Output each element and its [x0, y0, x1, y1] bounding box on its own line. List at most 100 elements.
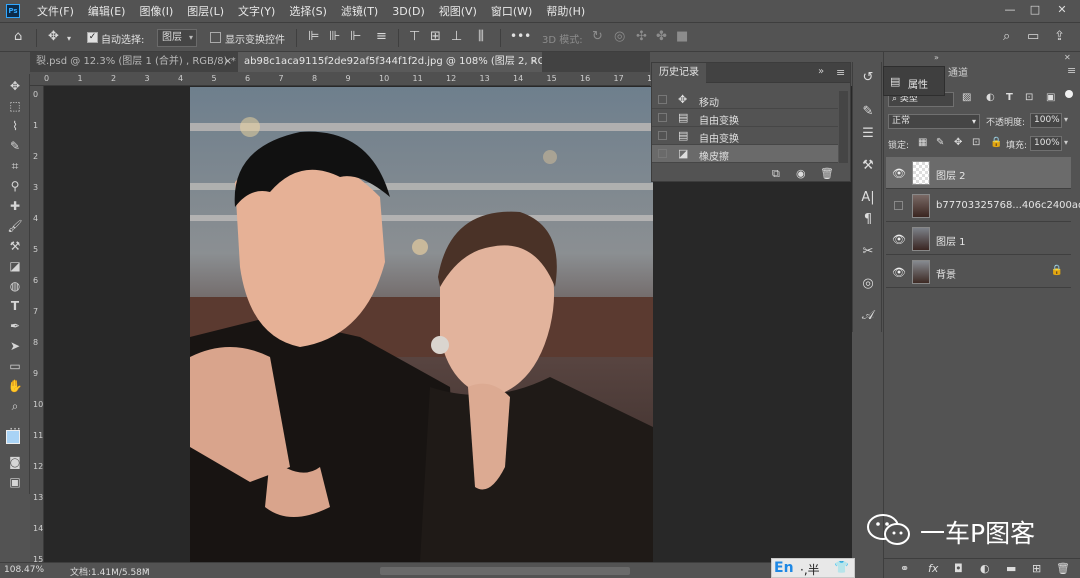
trash-icon[interactable]: 🗑	[820, 167, 834, 180]
lock-pixels-icon[interactable]: ✎	[936, 137, 944, 148]
quick-mask-icon[interactable]: ◙	[0, 452, 30, 472]
tool-presets-icon[interactable]: ✂	[853, 244, 883, 259]
close-window-button[interactable]: ✕	[1055, 3, 1069, 17]
eraser-tool-icon[interactable]: ◪	[0, 256, 30, 276]
brush-settings-icon[interactable]: ✎	[853, 104, 883, 119]
history-item[interactable]: ▤ 自由变换	[652, 109, 838, 127]
share-icon[interactable]: ⇪	[1054, 30, 1065, 44]
visibility-toggle-empty[interactable]	[894, 201, 903, 210]
photoshop-logo[interactable]: Ps	[6, 4, 20, 18]
history-item[interactable]: ◪ 橡皮擦	[652, 145, 838, 163]
search-icon[interactable]: ⌕	[1003, 30, 1010, 44]
chevron-right-icon[interactable]: ›	[145, 565, 148, 574]
tab-document-1[interactable]: 裂.psd @ 12.3% (图层 1 (合并) , RGB/8) * ×	[30, 52, 236, 72]
align-middle-icon[interactable]: ⊞	[430, 30, 441, 44]
pen-tool-icon[interactable]: ✒	[0, 316, 30, 336]
close-icon[interactable]: ×	[224, 52, 232, 72]
history-source-checkbox[interactable]	[658, 113, 667, 122]
add-mask-icon[interactable]: ◘	[954, 562, 963, 575]
3d-roll-icon[interactable]: ◎	[614, 30, 625, 44]
hand-tool-icon[interactable]: ✋	[0, 376, 30, 396]
menu-view[interactable]: 视图(V)	[432, 3, 484, 19]
move-tool-icon[interactable]: ✥	[48, 30, 59, 44]
align-left-icon[interactable]: ⊫	[308, 30, 319, 44]
adjustment-layer-icon[interactable]: ◐	[980, 562, 990, 575]
glyphs-panel-icon[interactable]: 𝒜	[853, 308, 883, 323]
layer-row[interactable]: 👁 图层 1	[886, 223, 1071, 255]
more-options-button[interactable]: •••	[510, 29, 531, 43]
clone-source-icon[interactable]: ⚒	[853, 158, 883, 173]
layer-row[interactable]: b77703325768...406c2400ad7	[886, 190, 1080, 222]
collapse-icon[interactable]: »	[818, 66, 824, 77]
menu-help[interactable]: 帮助(H)	[539, 3, 592, 19]
menu-file[interactable]: 文件(F)	[30, 3, 81, 19]
tab-document-2[interactable]: ab98c1aca9115f2de92af5f344f1f2d.jpg @ 10…	[238, 52, 542, 72]
chevron-down-icon[interactable]: ▾	[1064, 138, 1068, 147]
maximize-button[interactable]: □	[1028, 3, 1042, 17]
history-source-checkbox[interactable]	[658, 131, 667, 140]
ime-language[interactable]: En	[774, 560, 794, 576]
align-center-icon[interactable]: ⊪	[329, 30, 340, 44]
quick-select-tool-icon[interactable]: ✎	[0, 136, 30, 156]
3d-slide-icon[interactable]: ✤	[656, 30, 667, 44]
menu-layer[interactable]: 图层(L)	[180, 3, 231, 19]
foreground-color-swatch[interactable]	[6, 430, 20, 444]
menu-window[interactable]: 窗口(W)	[484, 3, 539, 19]
close-icon[interactable]: ×	[530, 52, 538, 72]
ime-skin-icon[interactable]: 👕	[834, 560, 849, 574]
new-document-from-state-icon[interactable]: ⧉	[772, 167, 780, 181]
fill-input[interactable]: 100%	[1030, 136, 1062, 151]
adjustment-filter-icon[interactable]: ◐	[986, 92, 995, 103]
trash-icon[interactable]: 🗑	[1056, 562, 1070, 575]
shape-filter-icon[interactable]: ⊡	[1025, 92, 1033, 103]
workspace-icon[interactable]: ▭	[1027, 30, 1039, 44]
new-group-icon[interactable]: ▬	[1006, 562, 1016, 575]
properties-panel-tab[interactable]: ▤ 属性	[883, 66, 945, 96]
zoom-level[interactable]: 108.47%	[4, 565, 44, 575]
ime-punctuation[interactable]: ·,半	[800, 561, 820, 578]
new-layer-icon[interactable]: ⊞	[1032, 562, 1041, 575]
channels-tab[interactable]: 通道	[948, 64, 968, 79]
lasso-tool-icon[interactable]: ⌇	[0, 116, 30, 136]
align-right-icon[interactable]: ⊩	[350, 30, 361, 44]
3d-rotate-icon[interactable]: ↻	[592, 30, 603, 44]
link-layers-icon[interactable]: ⚭	[900, 562, 909, 575]
distribute-vertical-icon[interactable]: ⫼	[478, 30, 484, 44]
crop-tool-icon[interactable]: ⌗	[0, 156, 30, 176]
menu-type[interactable]: 文字(Y)	[231, 3, 282, 19]
menu-select[interactable]: 选择(S)	[282, 3, 334, 19]
lock-artboard-icon[interactable]: ⊡	[972, 137, 980, 148]
align-bottom-icon[interactable]: ⊥	[451, 30, 462, 44]
history-item[interactable]: ▤ 自由变换	[652, 127, 838, 145]
auto-select-checkbox[interactable]: ✓	[87, 32, 98, 43]
history-scrollbar[interactable]	[839, 91, 848, 163]
history-source-checkbox[interactable]	[658, 95, 667, 104]
eyedropper-tool-icon[interactable]: ⚲	[0, 176, 30, 196]
smart-object-filter-icon[interactable]: ▣	[1046, 92, 1055, 103]
horizontal-ruler[interactable]: 0123456789101112131415161718	[30, 72, 657, 86]
menu-3d[interactable]: 3D(D)	[385, 5, 432, 18]
pixel-filter-icon[interactable]: ▨	[962, 92, 971, 103]
blend-mode-dropdown[interactable]: 正常 ▾	[888, 114, 980, 129]
marquee-tool-icon[interactable]: ⬚	[0, 96, 30, 116]
close-icon[interactable]: ✕	[1064, 53, 1071, 62]
menu-edit[interactable]: 编辑(E)	[81, 3, 133, 19]
clone-stamp-tool-icon[interactable]: ⚒	[0, 236, 30, 256]
rectangle-tool-icon[interactable]: ▭	[0, 356, 30, 376]
3d-drag-icon[interactable]: ✣	[636, 30, 647, 44]
distribute-icon[interactable]: ≡	[376, 30, 387, 44]
lock-transparent-icon[interactable]: ▦	[918, 137, 927, 148]
panel-menu-icon[interactable]: ≡	[836, 66, 845, 79]
brush-tool-icon[interactable]: 🖌	[0, 216, 30, 236]
vertical-ruler[interactable]: 0 1 2 3 4 5 6 7 8 9 10 11 12 13 14 15	[30, 86, 44, 564]
history-item[interactable]: ✥ 移动	[652, 91, 838, 109]
zoom-tool-icon[interactable]: ⌕	[0, 396, 30, 416]
minimize-button[interactable]: —	[1003, 3, 1017, 17]
menu-filter[interactable]: 滤镜(T)	[334, 3, 385, 19]
visibility-eye-icon[interactable]: 👁	[892, 233, 906, 246]
paint-bucket-tool-icon[interactable]: ◍	[0, 276, 30, 296]
move-tool-icon[interactable]: ✥	[0, 76, 30, 96]
adjustments-icon[interactable]: ☰	[853, 126, 883, 141]
history-source-checkbox[interactable]	[658, 149, 667, 158]
paragraph-panel-icon[interactable]: ¶	[853, 212, 883, 227]
